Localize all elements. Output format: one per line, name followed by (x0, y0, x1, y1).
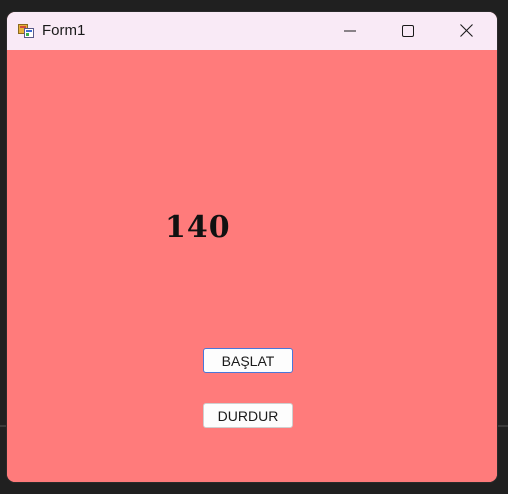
window-title: Form1 (42, 22, 86, 39)
counter-label: 140 (165, 210, 231, 245)
title-bar[interactable]: Form1 (7, 12, 497, 50)
form-window: Form1 140 BAŞLAT DURDUR (7, 12, 497, 482)
form-client-area: 140 BAŞLAT DURDUR (7, 50, 497, 482)
close-button[interactable] (437, 12, 495, 50)
maximize-icon (402, 22, 414, 41)
winforms-app-icon (18, 22, 34, 38)
minimize-icon (344, 22, 356, 41)
start-button[interactable]: BAŞLAT (203, 348, 293, 373)
close-icon (459, 22, 473, 41)
minimize-button[interactable] (321, 12, 379, 50)
maximize-button[interactable] (379, 12, 437, 50)
stop-button[interactable]: DURDUR (203, 403, 293, 428)
